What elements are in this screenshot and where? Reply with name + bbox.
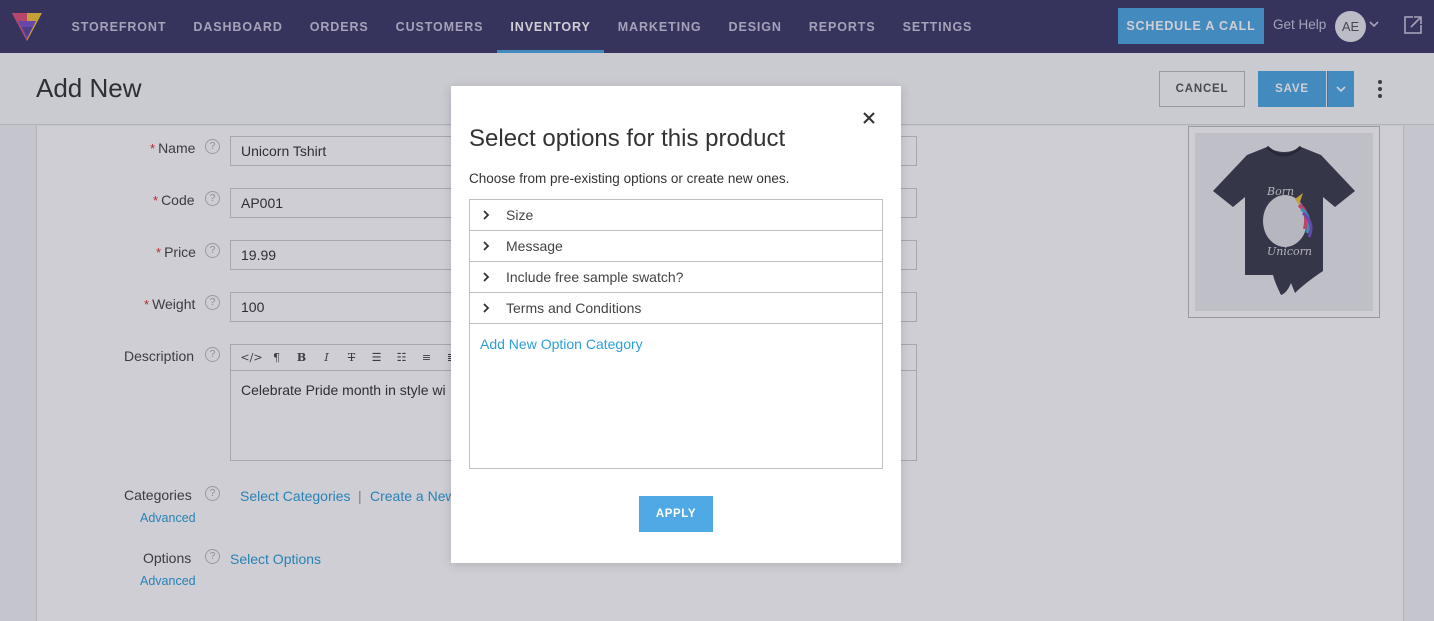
option-row-message[interactable]: Message (470, 231, 882, 262)
option-label: Terms and Conditions (506, 300, 642, 316)
chevron-right-icon (483, 303, 490, 313)
chevron-right-icon (483, 241, 490, 251)
option-label: Size (506, 207, 534, 223)
modal-subtitle: Choose from pre-existing options or crea… (469, 171, 790, 186)
option-label: Include free sample swatch? (506, 269, 684, 285)
apply-button[interactable]: APPLY (639, 496, 713, 532)
options-list: Size Message Include free sample swatch?… (469, 199, 883, 469)
option-row-swatch[interactable]: Include free sample swatch? (470, 262, 882, 293)
option-row-size[interactable]: Size (470, 200, 882, 231)
select-options-modal: Select options for this product Choose f… (451, 86, 901, 563)
close-icon[interactable] (861, 110, 877, 126)
chevron-right-icon (483, 210, 490, 220)
chevron-right-icon (483, 272, 490, 282)
add-option-category-link[interactable]: Add New Option Category (480, 336, 643, 352)
option-label: Message (506, 238, 563, 254)
option-row-terms[interactable]: Terms and Conditions (470, 293, 882, 324)
modal-title: Select options for this product (469, 125, 786, 152)
